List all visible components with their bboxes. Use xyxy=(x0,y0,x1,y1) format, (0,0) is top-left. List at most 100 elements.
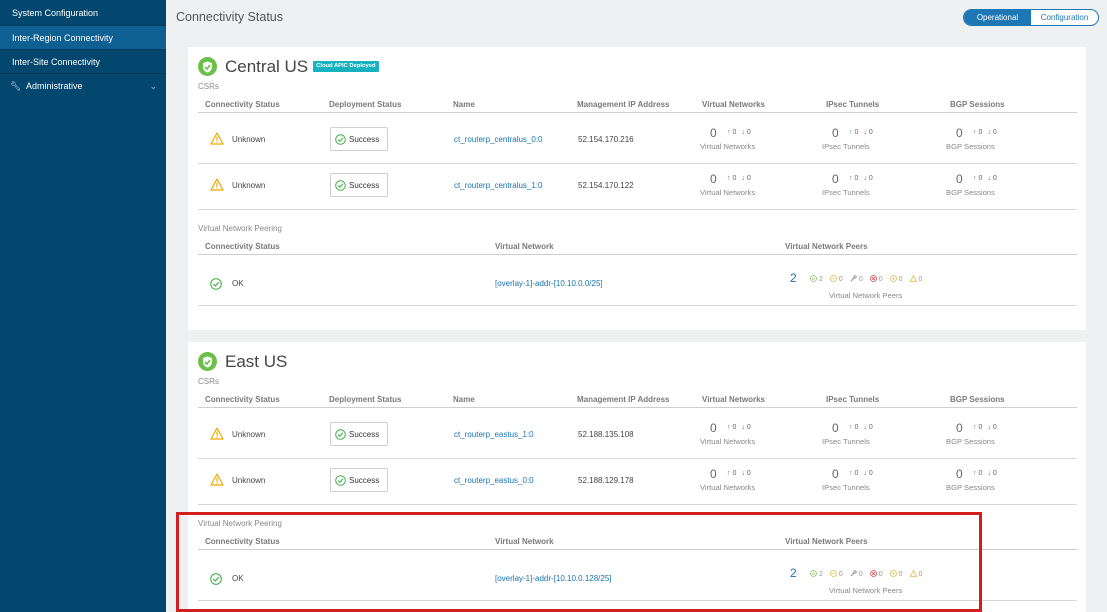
chevron-down-icon: ⌄ xyxy=(149,81,157,91)
ipsec-tunnels-down-count: 0 xyxy=(868,175,873,182)
deployment-status-label: Success xyxy=(349,476,380,485)
peer-stat: 0 xyxy=(889,570,903,579)
peer-stat-value: 0 xyxy=(838,276,843,283)
virtual-networks-count: 0 xyxy=(710,421,717,435)
deployment-status-label: Success xyxy=(349,181,380,190)
ipsec-tunnels-caption: IPsec Tunnels xyxy=(822,483,870,492)
configuration-toggle-button[interactable]: Configuration xyxy=(1031,10,1098,25)
deployment-status-badge: Success xyxy=(330,173,388,197)
arrow-down-icon: ↓ xyxy=(741,424,745,431)
column-header-ipsec: IPsec Tunnels xyxy=(826,100,880,109)
peer-stat-value: 0 xyxy=(918,276,923,283)
sidebar-item-inter-site-connectivity[interactable]: Inter-Site Connectivity xyxy=(0,50,166,74)
sidebar-item-system-configuration[interactable]: System Configuration xyxy=(0,0,166,26)
warning-triangle-icon xyxy=(210,178,224,193)
wrench-icon: 🔧︎ xyxy=(10,81,22,91)
check-circle-icon xyxy=(210,278,222,292)
csr-name-link[interactable]: ct_routerp_centralus_1:0 xyxy=(454,181,543,190)
clock-icon xyxy=(830,275,837,284)
sidebar-item-administrative[interactable]: 🔧︎ Administrative ⌄ xyxy=(0,74,166,98)
region-header: East US xyxy=(198,352,287,371)
region-name: Central US xyxy=(225,57,309,76)
connectivity-status: Unknown xyxy=(232,476,266,485)
arrow-down-icon: ↓ xyxy=(741,175,745,182)
arrow-down-icon: ↓ xyxy=(863,424,867,431)
peering-table-header: Connectivity Status Virtual Network Virtua… xyxy=(198,534,1077,550)
management-ip: 52.154.170.122 xyxy=(578,181,634,190)
csr-name-link[interactable]: ct_routerp_eastus_0:0 xyxy=(454,476,534,485)
clock-icon xyxy=(830,570,837,579)
vnp-label: Virtual Network Peering xyxy=(198,224,282,233)
sidebar: System Configuration Inter-Region Connec… xyxy=(0,0,166,612)
peer-stat: 0 xyxy=(869,570,883,579)
peer-stat: 0 xyxy=(869,275,883,284)
arrow-up-icon: ↑ xyxy=(849,129,853,136)
shield-check-icon xyxy=(198,352,217,371)
virtual-network-link[interactable]: [overlay-1]-addr-[10.10.0.128/25] xyxy=(495,574,612,583)
sidebar-item-inter-region-connectivity[interactable]: Inter-Region Connectivity xyxy=(0,26,166,50)
column-header-peers: Virtual Network Peers xyxy=(785,537,868,546)
virtual-networks-down-count: 0 xyxy=(746,129,751,136)
ipsec-tunnels-arrows: ↑ 0 ↓ 0 xyxy=(849,175,873,182)
csr-row: Unknown Success ct_routerp_eastus_1:0 52.18… xyxy=(198,413,1077,459)
csr-name-link[interactable]: ct_routerp_centralus_0:0 xyxy=(454,135,543,144)
peer-stat: 0 xyxy=(830,275,843,284)
virtual-networks-up-count: 0 xyxy=(732,175,737,182)
column-header-vnets: Virtual Networks xyxy=(702,100,765,109)
view-toggle: Operational Configuration xyxy=(963,9,1099,26)
wrench-icon xyxy=(850,570,857,579)
bgp-sessions-arrows: ↑ 0 ↓ 0 xyxy=(973,470,997,477)
csr-row: Unknown Success ct_routerp_centralus_1:0 52… xyxy=(198,164,1077,210)
ipsec-tunnels-count: 0 xyxy=(832,126,839,140)
bgp-sessions-arrows: ↑ 0 ↓ 0 xyxy=(973,129,997,136)
peer-stat: 0 xyxy=(850,275,863,284)
operational-toggle-button[interactable]: Operational xyxy=(964,10,1031,25)
ipsec-tunnels-arrows: ↑ 0 ↓ 0 xyxy=(849,470,873,477)
bgp-sessions-down-count: 0 xyxy=(992,175,997,182)
bgp-sessions-count: 0 xyxy=(956,172,963,186)
csrs-label: CSRs xyxy=(198,377,219,386)
region-name: East US xyxy=(225,352,288,371)
virtual-networks-arrows: ↑ 0 ↓ 0 xyxy=(727,470,751,477)
virtual-networks-count: 0 xyxy=(710,467,717,481)
ipsec-tunnels-arrows: ↑ 0 ↓ 0 xyxy=(849,129,873,136)
check-circle-icon xyxy=(335,429,346,442)
virtual-networks-down-count: 0 xyxy=(746,470,751,477)
arrow-down-icon: ↓ xyxy=(987,424,991,431)
csr-name-link[interactable]: ct_routerp_eastus_1:0 xyxy=(454,430,534,439)
csr-table-header: Connectivity Status Deployment Status Name… xyxy=(198,392,1077,408)
bgp-sessions-count: 0 xyxy=(956,467,963,481)
management-ip: 52.154.170.216 xyxy=(578,135,634,144)
peer-count[interactable]: 2 xyxy=(790,271,797,285)
check-circle-icon xyxy=(210,573,222,587)
deployed-badge: Cloud APIC Deployed xyxy=(313,61,379,72)
bgp-sessions-up-count: 0 xyxy=(978,470,983,477)
column-header-name: Name xyxy=(453,100,475,109)
deployment-status-badge: Success xyxy=(330,127,388,151)
column-header-mgmt: Management IP Address xyxy=(577,395,670,404)
ipsec-tunnels-up-count: 0 xyxy=(854,424,859,431)
csrs-label: CSRs xyxy=(198,82,219,91)
arrow-down-icon: ↓ xyxy=(863,470,867,477)
arrow-up-icon: ↑ xyxy=(727,175,731,182)
connectivity-status: Unknown xyxy=(232,181,266,190)
virtual-networks-arrows: ↑ 0 ↓ 0 xyxy=(727,129,751,136)
peer-count[interactable]: 2 xyxy=(790,566,797,580)
peer-stat-value: 0 xyxy=(878,276,883,283)
virtual-network-link[interactable]: [overlay-1]-addr-[10.10.0.0/25] xyxy=(495,279,603,288)
arrow-down-icon: ↓ xyxy=(741,129,745,136)
peers-caption: Virtual Network Peers xyxy=(829,586,903,595)
column-header-mgmt: Management IP Address xyxy=(577,100,670,109)
region-card-east-us: East US CSRs Connectivity Status Deployment… xyxy=(188,342,1086,612)
bgp-sessions-caption: BGP Sessions xyxy=(946,437,995,446)
csr-table-header: Connectivity Status Deployment Status Name… xyxy=(198,97,1077,113)
management-ip: 52.188.135.108 xyxy=(578,430,634,439)
arrow-down-icon: ↓ xyxy=(863,175,867,182)
virtual-networks-count: 0 xyxy=(710,126,717,140)
vnp-label: Virtual Network Peering xyxy=(198,519,282,528)
arrow-down-icon: ↓ xyxy=(987,175,991,182)
error-circle-icon xyxy=(869,275,877,284)
peering-status: OK xyxy=(232,574,244,583)
connectivity-status: Unknown xyxy=(232,430,266,439)
connectivity-status: Unknown xyxy=(232,135,266,144)
